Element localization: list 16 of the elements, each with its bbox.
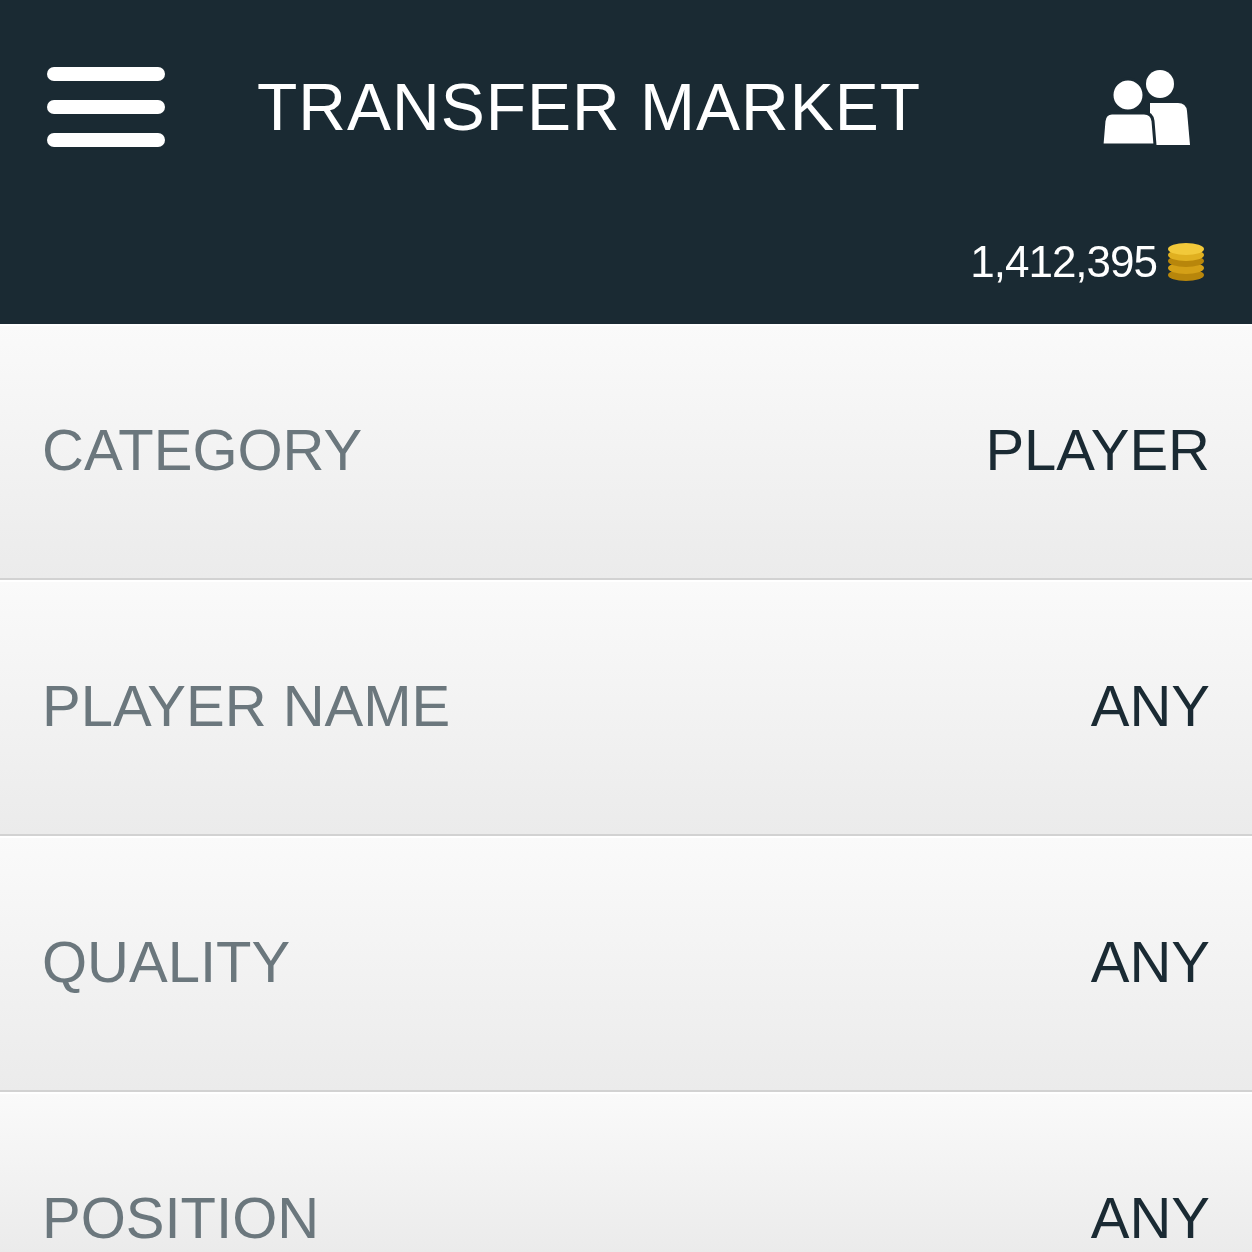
filter-row[interactable]: CATEGORY PLAYER <box>0 324 1252 580</box>
coin-balance: 1,412,395 <box>970 236 1157 288</box>
filter-row[interactable]: QUALITY ANY <box>0 836 1252 1092</box>
filter-label: PLAYER NAME <box>42 672 451 740</box>
filter-label: CATEGORY <box>42 416 363 484</box>
filter-value: ANY <box>1090 1184 1210 1252</box>
screen-title: TRANSFER MARKET <box>257 69 922 146</box>
filter-value: ANY <box>1090 672 1210 740</box>
menu-icon[interactable] <box>47 67 165 147</box>
filter-value: PLAYER <box>985 416 1210 484</box>
coins-icon <box>1167 242 1205 282</box>
people-icon[interactable] <box>1102 69 1190 145</box>
filter-value: ANY <box>1090 928 1210 996</box>
filter-label: POSITION <box>42 1184 320 1252</box>
filter-label: QUALITY <box>42 928 291 996</box>
filter-row[interactable]: PLAYER NAME ANY <box>0 580 1252 836</box>
